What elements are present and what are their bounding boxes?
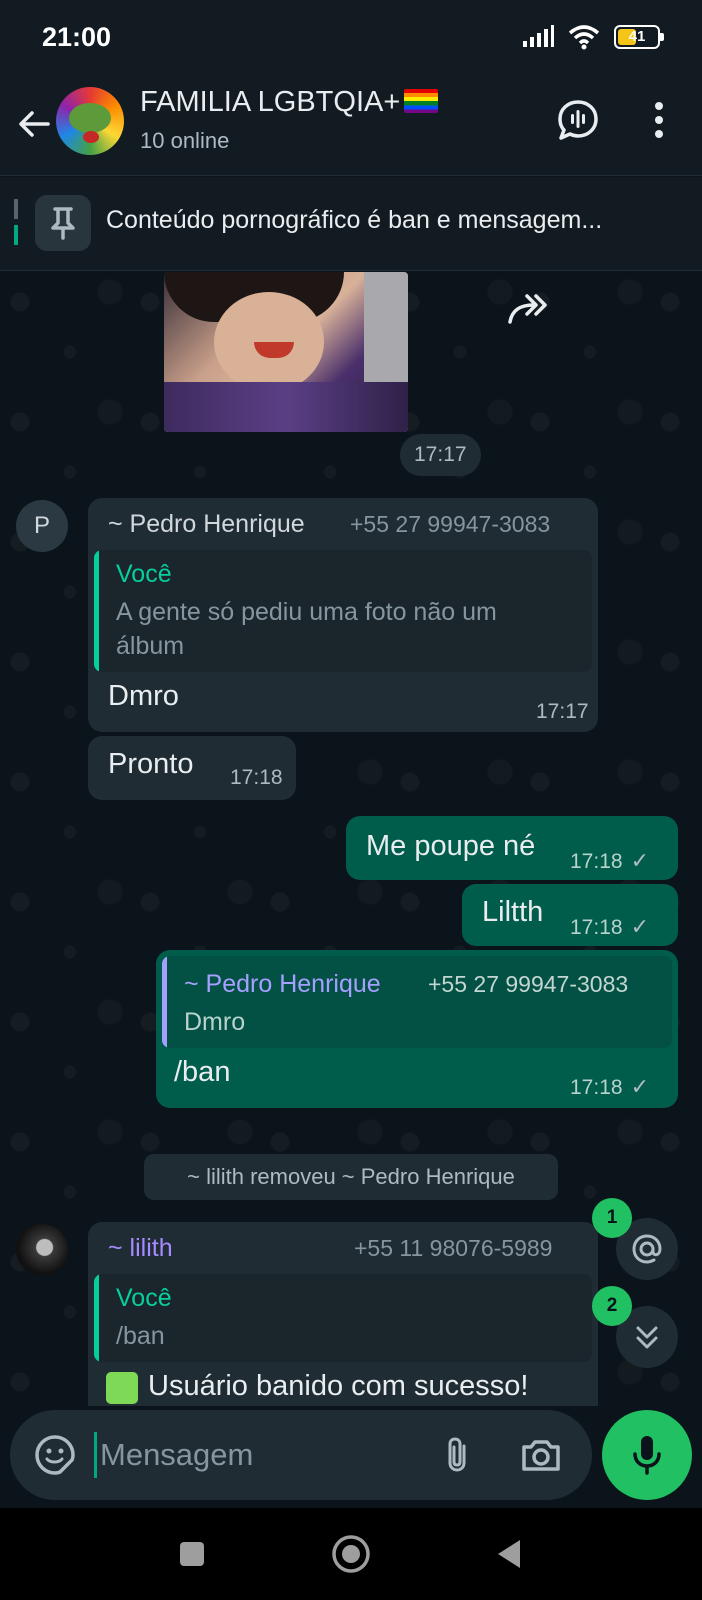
- message-text: Pronto: [108, 748, 194, 780]
- mentions-badge: 1: [592, 1198, 632, 1238]
- sent-check-icon: ✓: [630, 848, 649, 873]
- more-vert-icon: [655, 102, 663, 138]
- message-text: Dmro: [108, 680, 179, 712]
- group-title[interactable]: FAMILIA LGBTQIA+: [140, 86, 439, 119]
- photo-timestamp: 17:17: [400, 434, 481, 476]
- rainbow-flag-icon: [404, 89, 439, 113]
- wifi-icon: [568, 25, 600, 50]
- message-input[interactable]: [100, 1428, 416, 1482]
- sticker-button[interactable]: [32, 1432, 78, 1478]
- pinned-text: Conteúdo pornográfico é ban e mensagem..…: [106, 206, 603, 234]
- sender-name[interactable]: ~ Pedro Henrique: [108, 510, 305, 539]
- forward-button[interactable]: [500, 280, 562, 342]
- system-message: ~ lilith removeu ~ Pedro Henrique: [144, 1154, 558, 1200]
- sent-check-icon: ✓: [630, 914, 649, 939]
- forward-icon: [508, 294, 547, 324]
- voice-record-button[interactable]: [602, 1410, 692, 1500]
- group-avatar[interactable]: [56, 87, 124, 155]
- group-call-button[interactable]: [556, 98, 600, 142]
- message-text: Liltth: [482, 896, 544, 928]
- message-bubble-incoming[interactable]: ~ lilith +55 11 98076-5989 Você /ban Usu…: [88, 1222, 598, 1406]
- unread-badge: 2: [592, 1286, 632, 1326]
- message-bubble-incoming[interactable]: ~ Pedro Henrique +55 27 99947-3083 Você …: [88, 498, 598, 732]
- message-bubble-incoming[interactable]: Pronto 17:18: [88, 736, 296, 800]
- chat-header: FAMILIA LGBTQIA+ 10 online: [0, 76, 702, 176]
- message-time: 17:18 ✓: [570, 914, 649, 940]
- online-count: 10 online: [140, 128, 230, 153]
- message-time-value: 17:18: [570, 1076, 623, 1099]
- group-call-icon: [558, 100, 598, 140]
- triangle-back-icon: [498, 1540, 520, 1568]
- group-title-text: FAMILIA LGBTQIA+: [140, 86, 401, 118]
- quote-author: Você: [116, 560, 172, 588]
- message-time: 17:17: [536, 700, 589, 723]
- quoted-message[interactable]: Você /ban: [94, 1274, 592, 1362]
- square-icon: [180, 1542, 204, 1566]
- chat-messages[interactable]: 17:17 P ~ Pedro Henrique +55 27 99947-30…: [0, 272, 702, 1406]
- paperclip-icon: [448, 1437, 466, 1472]
- status-bar: 21:00 41: [0, 0, 702, 76]
- sender-name[interactable]: ~ lilith: [108, 1234, 173, 1263]
- signal-icon: [523, 25, 554, 47]
- pinned-message-bar[interactable]: Conteúdo pornográfico é ban e mensagem..…: [0, 177, 702, 271]
- back-button[interactable]: [14, 104, 54, 144]
- quote-author: Você: [116, 1284, 172, 1312]
- quote-text-line-2: álbum: [116, 632, 185, 660]
- message-text: /ban: [174, 1056, 231, 1088]
- battery-level: 41: [628, 28, 646, 45]
- message-bubble-outgoing[interactable]: Liltth 17:18 ✓: [462, 884, 678, 946]
- sticker-icon: [35, 1435, 75, 1475]
- message-time: 17:18: [230, 766, 283, 789]
- message-bubble-outgoing[interactable]: Me poupe né 17:18 ✓: [346, 816, 678, 880]
- sender-avatar-lilith[interactable]: [16, 1224, 68, 1276]
- more-options-button[interactable]: [644, 98, 674, 142]
- back-arrow-icon: [19, 111, 50, 137]
- photo-message[interactable]: [164, 272, 408, 432]
- sender-avatar[interactable]: P: [16, 500, 68, 552]
- sender-phone: +55 27 99947-3083: [350, 511, 551, 537]
- microphone-icon: [633, 1436, 661, 1475]
- quote-author-phone: +55 27 99947-3083: [428, 971, 629, 997]
- quote-text: Dmro: [184, 1008, 246, 1036]
- message-time: 17:18 ✓: [570, 848, 649, 874]
- sender-phone: +55 11 98076-5989: [354, 1235, 553, 1261]
- message-text: Me poupe né: [366, 830, 536, 862]
- text-cursor: [94, 1432, 97, 1478]
- message-bubble-outgoing[interactable]: ~ Pedro Henrique +55 27 99947-3083 Dmro …: [156, 950, 678, 1108]
- quote-author: ~ Pedro Henrique: [184, 970, 381, 998]
- quoted-message[interactable]: ~ Pedro Henrique +55 27 99947-3083 Dmro: [162, 956, 672, 1048]
- camera-icon: [522, 1440, 560, 1471]
- camera-button[interactable]: [518, 1432, 564, 1478]
- message-text: Usuário banido com sucesso!: [148, 1370, 529, 1402]
- status-icons: 41: [522, 24, 664, 50]
- system-navigation-bar: [0, 1508, 702, 1600]
- quote-text-line-1: A gente só pediu uma foto não um: [116, 598, 497, 626]
- circle-home-icon: [332, 1535, 370, 1573]
- battery-icon: 41: [614, 25, 664, 49]
- quote-text: /ban: [116, 1322, 165, 1350]
- pinned-indicator: [14, 199, 18, 249]
- message-time-value: 17:18: [570, 850, 623, 873]
- message-composer: [10, 1410, 592, 1500]
- pin-icon: [35, 195, 91, 251]
- message-time-value: 17:18: [570, 916, 623, 939]
- recents-button[interactable]: [170, 1532, 214, 1576]
- check-box-emoji-icon: [106, 1372, 138, 1404]
- sent-check-icon: ✓: [630, 1074, 649, 1099]
- quoted-message[interactable]: Você A gente só pediu uma foto não um ál…: [94, 550, 592, 672]
- home-button[interactable]: [329, 1532, 373, 1576]
- back-nav-button[interactable]: [488, 1532, 532, 1576]
- attach-button[interactable]: [434, 1432, 480, 1478]
- status-time: 21:00: [42, 22, 112, 52]
- message-time: 17:18 ✓: [570, 1074, 649, 1100]
